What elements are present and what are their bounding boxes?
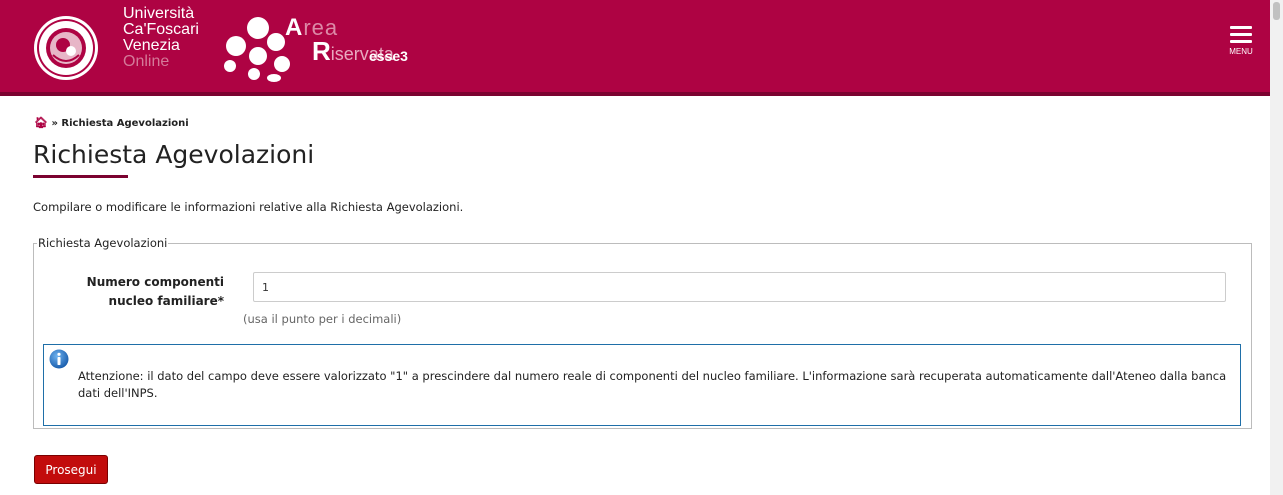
info-icon bbox=[49, 349, 69, 369]
menu-button[interactable]: MENU bbox=[1224, 26, 1258, 70]
household-members-label-line2: nucleo familiare* bbox=[108, 294, 224, 308]
breadcrumb: 🏠︎ » Richiesta Agevolazioni bbox=[34, 116, 189, 129]
hamburger-icon bbox=[1230, 33, 1252, 36]
page-title: Richiesta Agevolazioni bbox=[33, 140, 315, 169]
fieldset-legend: Richiesta Agevolazioni bbox=[38, 236, 168, 250]
university-seal-logo bbox=[34, 16, 98, 80]
proceed-button[interactable]: Prosegui bbox=[34, 455, 108, 484]
breadcrumb-separator: » bbox=[51, 118, 58, 129]
info-alert-text: Attenzione: il dato del campo deve esser… bbox=[78, 369, 1227, 400]
menu-label: MENU bbox=[1229, 47, 1253, 56]
decimal-help-text: (usa il punto per i decimali) bbox=[243, 312, 402, 326]
agevolazioni-fieldset: Richiesta Agevolazioni Numero componenti… bbox=[33, 236, 1252, 429]
intro-text: Compilare o modificare le informazioni r… bbox=[33, 200, 464, 214]
university-name-line: Ca'Foscari bbox=[123, 21, 199, 38]
university-name-line: Università bbox=[123, 5, 195, 22]
household-members-label: Numero componenti nucleo familiare* bbox=[74, 273, 224, 311]
scrollbar-thumb[interactable] bbox=[1273, 2, 1280, 20]
home-icon[interactable]: 🏠︎ bbox=[34, 116, 48, 129]
info-alert: Attenzione: il dato del campo deve esser… bbox=[43, 344, 1241, 426]
university-name-online: Online bbox=[123, 53, 170, 70]
university-name-line: Venezia bbox=[123, 37, 180, 54]
esse3-wordmark: esse3 bbox=[369, 48, 408, 64]
household-members-label-line1: Numero componenti bbox=[86, 275, 224, 289]
title-underline bbox=[33, 175, 128, 178]
household-members-input[interactable] bbox=[253, 272, 1226, 302]
hamburger-icon bbox=[1230, 26, 1252, 29]
area-initial: A bbox=[285, 14, 304, 41]
page-scrollbar[interactable] bbox=[1270, 0, 1283, 495]
university-name: Università Ca'Foscari Venezia Online bbox=[123, 6, 199, 70]
riservata-initial: R bbox=[312, 36, 331, 66]
site-header: Università Ca'Foscari Venezia Online Are… bbox=[0, 0, 1270, 96]
breadcrumb-current: Richiesta Agevolazioni bbox=[61, 118, 189, 129]
hamburger-icon bbox=[1230, 40, 1252, 43]
